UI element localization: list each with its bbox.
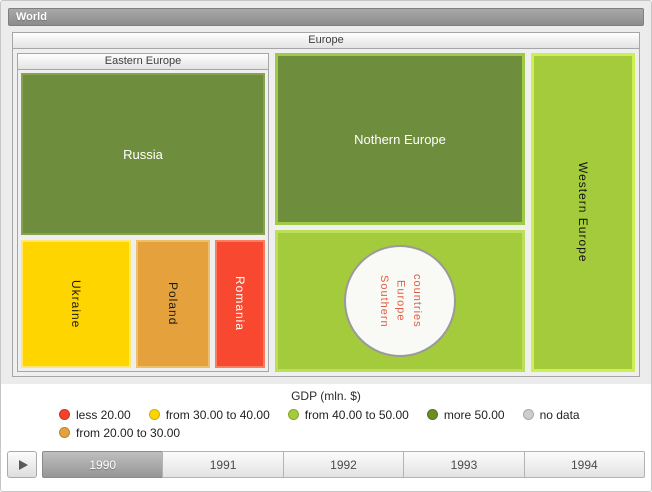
group-eastern-europe: Eastern Europe Russia Ukraine Poland (17, 53, 269, 372)
legend-label: from 30.00 to 40.00 (166, 408, 270, 422)
group-eastern-europe-header[interactable]: Eastern Europe (18, 54, 268, 70)
tile-ukraine-label: Ukraine (69, 280, 83, 328)
legend-label: from 40.00 to 50.00 (305, 408, 409, 422)
legend-item-no-data[interactable]: no data (523, 408, 580, 422)
legend-marker-gray (523, 409, 534, 420)
year-button-1992[interactable]: 1992 (283, 451, 404, 478)
tile-romania[interactable]: Romania (215, 240, 265, 368)
tile-northern-europe[interactable]: Nothern Europe (275, 53, 525, 225)
play-icon (19, 460, 28, 470)
tile-russia[interactable]: Russia (21, 73, 265, 235)
legend-row-1: less 20.00 from 30.00 to 40.00 from 40.0… (59, 407, 651, 422)
legend-item-less-20[interactable]: less 20.00 (59, 408, 131, 422)
breadcrumb-world[interactable]: World (8, 8, 644, 26)
group-eastern-europe-content: Russia Ukraine Poland Romania (18, 70, 268, 371)
tile-ukraine[interactable]: Ukraine (21, 240, 131, 368)
southern-europe-circle: Southern Europe countries (344, 245, 456, 357)
year-button-1991[interactable]: 1991 (162, 451, 283, 478)
timeline: 1990 1991 1992 1993 1994 (1, 451, 651, 478)
legend-label: from 20.00 to 30.00 (76, 426, 180, 440)
tile-russia-label: Russia (123, 147, 163, 162)
tile-poland-label: Poland (166, 282, 180, 325)
tile-southern-europe[interactable]: Southern Europe countries (275, 230, 525, 372)
year-button-1993[interactable]: 1993 (403, 451, 524, 478)
chart-area: World Europe Eastern Europe Russia Ukrai… (1, 1, 651, 384)
legend-label: less 20.00 (76, 408, 131, 422)
tile-western-europe[interactable]: Western Europe (531, 53, 635, 372)
group-europe-content: Eastern Europe Russia Ukraine Poland (13, 49, 639, 376)
legend-label: no data (540, 408, 580, 422)
tile-western-europe-label: Western Europe (576, 162, 590, 263)
eastern-bottom-row: Ukraine Poland Romania (21, 240, 265, 368)
legend-marker-yellow (149, 409, 160, 420)
legend-item-20-30[interactable]: from 20.00 to 30.00 (59, 426, 180, 440)
year-button-1994[interactable]: 1994 (524, 451, 645, 478)
legend-title: GDP (mln. $) (1, 388, 651, 404)
year-button-1990[interactable]: 1990 (42, 451, 163, 478)
legend-item-30-40[interactable]: from 30.00 to 40.00 (149, 408, 270, 422)
tile-romania-label: Romania (233, 276, 247, 331)
legend-marker-darkgreen (427, 409, 438, 420)
legend-item-more-50[interactable]: more 50.00 (427, 408, 505, 422)
legend-row-2: from 20.00 to 30.00 (59, 425, 651, 440)
legend-marker-red (59, 409, 70, 420)
timeline-years: 1990 1991 1992 1993 1994 (42, 451, 645, 478)
group-europe: Europe Eastern Europe Russia Ukraine (12, 32, 640, 377)
legend-item-40-50[interactable]: from 40.00 to 50.00 (288, 408, 409, 422)
treemap-widget: World Europe Eastern Europe Russia Ukrai… (0, 0, 652, 492)
tile-southern-europe-label: Southern Europe countries (375, 274, 425, 328)
play-button[interactable] (7, 451, 37, 478)
legend-marker-yellowgreen (288, 409, 299, 420)
legend-label: more 50.00 (444, 408, 505, 422)
tile-northern-europe-label: Nothern Europe (354, 132, 446, 147)
legend-marker-orange (59, 427, 70, 438)
legend: GDP (mln. $) less 20.00 from 30.00 to 40… (1, 388, 651, 440)
tile-poland[interactable]: Poland (136, 240, 210, 368)
middle-column: Nothern Europe Southern Europe countries (275, 53, 525, 372)
breadcrumb-world-label: World (16, 11, 47, 23)
group-europe-header[interactable]: Europe (13, 33, 639, 49)
